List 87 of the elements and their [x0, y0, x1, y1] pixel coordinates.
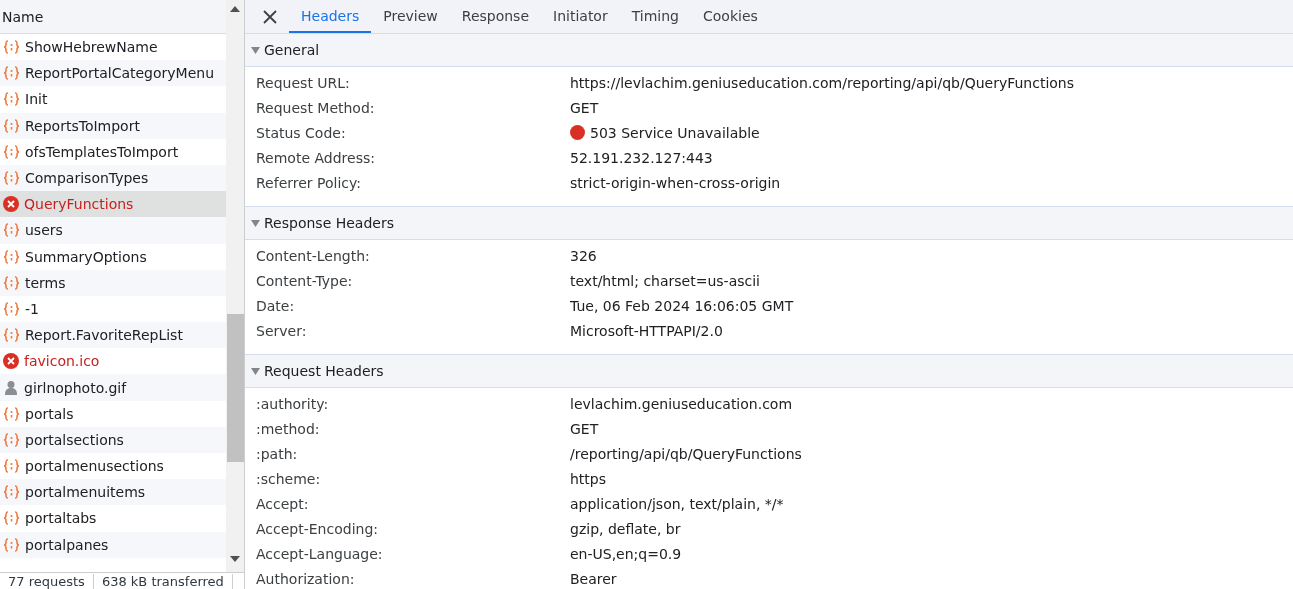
column-header[interactable]: Name	[0, 0, 226, 34]
header-name: Accept:	[255, 495, 310, 512]
request-row[interactable]: QueryFunctions	[0, 191, 226, 218]
section-header[interactable]: Request Headers	[245, 355, 1293, 388]
braces-icon	[3, 485, 20, 500]
header-value: gzip, deflate, br	[570, 520, 681, 537]
header-value: 52.191.232.127:443	[570, 149, 713, 166]
braces-icon	[3, 432, 20, 447]
request-row[interactable]: ReportsToImport	[0, 112, 226, 139]
header-value: Microsoft-HTTPAPI/2.0	[570, 322, 723, 339]
header-value: GET	[570, 420, 599, 437]
error-icon	[3, 353, 19, 370]
header-name: :scheme:	[255, 470, 322, 487]
collapse-triangle-icon	[251, 366, 260, 376]
header-name: Remote Address:	[255, 149, 376, 166]
header-name: Accept-Encoding:	[255, 520, 379, 537]
header-value: /reporting/api/qb/QueryFunctions	[570, 445, 802, 462]
section-title: Response Headers	[264, 215, 394, 231]
header-value: levlachim.geniuseducation.com	[570, 395, 793, 412]
header-name: Authorization:	[255, 570, 356, 587]
header-name: Accept-Language:	[255, 545, 384, 562]
braces-icon	[3, 118, 20, 133]
header-name: :path:	[255, 445, 299, 462]
section-title: Request Headers	[264, 363, 384, 379]
header-value: text/html; charset=us-ascii	[570, 272, 760, 289]
transferred-size: 638 kB transferred	[93, 574, 233, 589]
header-value: en-US,en;q=0.9	[570, 545, 682, 562]
braces-icon	[3, 511, 20, 526]
tab[interactable]: Cookies	[691, 0, 770, 33]
section-header[interactable]: General	[245, 34, 1293, 67]
request-row[interactable]: portalmenuitems	[0, 479, 226, 506]
request-row[interactable]: portalsections	[0, 426, 226, 453]
header-name: Content-Type:	[255, 272, 354, 289]
request-count: 77 requests	[0, 574, 94, 589]
collapse-triangle-icon	[251, 218, 260, 228]
braces-icon	[3, 406, 20, 421]
braces-icon	[3, 223, 20, 238]
header-name: Date:	[255, 297, 296, 314]
error-icon	[3, 196, 19, 213]
collapse-triangle-icon	[251, 45, 260, 55]
request-row[interactable]: ComparisonTypes	[0, 164, 226, 192]
header-value: Tue, 06 Feb 2024 16:06:05 GMT	[570, 297, 794, 314]
person-icon	[3, 380, 19, 396]
braces-icon	[3, 537, 20, 552]
header-value: GET	[570, 99, 599, 116]
braces-icon	[3, 92, 20, 107]
request-row[interactable]: Report.FavoriteRepList	[0, 322, 226, 349]
scroll-thumb[interactable]	[226, 314, 244, 462]
header-name: Request Method:	[255, 99, 376, 116]
scroll-up-icon[interactable]	[230, 6, 240, 12]
request-row[interactable]: terms	[0, 269, 226, 296]
scrollbar[interactable]	[226, 0, 244, 572]
header-value: https://levlachim.geniuseducation.com/reporting/api/qb/QueryFunctions	[570, 74, 1075, 91]
braces-icon	[3, 171, 20, 186]
section-title: General	[264, 42, 320, 58]
tab[interactable]: Initiator	[541, 0, 620, 33]
header-value: Bearer	[570, 570, 617, 587]
header-value: 503 Service Unavailable	[590, 124, 760, 141]
braces-icon	[3, 328, 20, 343]
request-row[interactable]: portalpanes	[0, 531, 226, 558]
request-row[interactable]: girlnophoto.gif	[0, 374, 226, 401]
header-name: :authority:	[255, 395, 330, 412]
header-value: https	[570, 470, 607, 487]
braces-icon	[3, 275, 20, 290]
header-name: Request URL:	[255, 74, 351, 91]
header-name: :method:	[255, 420, 321, 437]
tab[interactable]: Response	[449, 0, 542, 33]
header-name: Server:	[255, 322, 308, 339]
request-row[interactable]: ReportPortalCategoryMenu	[0, 60, 226, 87]
header-value: 326	[570, 247, 597, 264]
header-name: Status Code:	[255, 124, 347, 141]
tab[interactable]: Preview	[371, 0, 450, 33]
braces-icon	[3, 301, 20, 316]
braces-icon	[3, 144, 20, 159]
scroll-down-icon[interactable]	[230, 556, 240, 562]
close-icon	[263, 9, 277, 24]
braces-icon	[3, 66, 20, 81]
braces-icon	[3, 459, 20, 474]
header-name: Referrer Policy:	[255, 174, 362, 191]
section-header[interactable]: Response Headers	[245, 207, 1293, 240]
header-value: strict-origin-when-cross-origin	[570, 174, 781, 191]
request-row[interactable]: users	[0, 217, 226, 244]
braces-icon	[3, 249, 20, 264]
braces-icon	[3, 40, 20, 55]
header-value: application/json, text/plain, */*	[570, 495, 784, 512]
header-name: Content-Length:	[255, 247, 371, 264]
tab[interactable]: Timing	[619, 0, 691, 33]
